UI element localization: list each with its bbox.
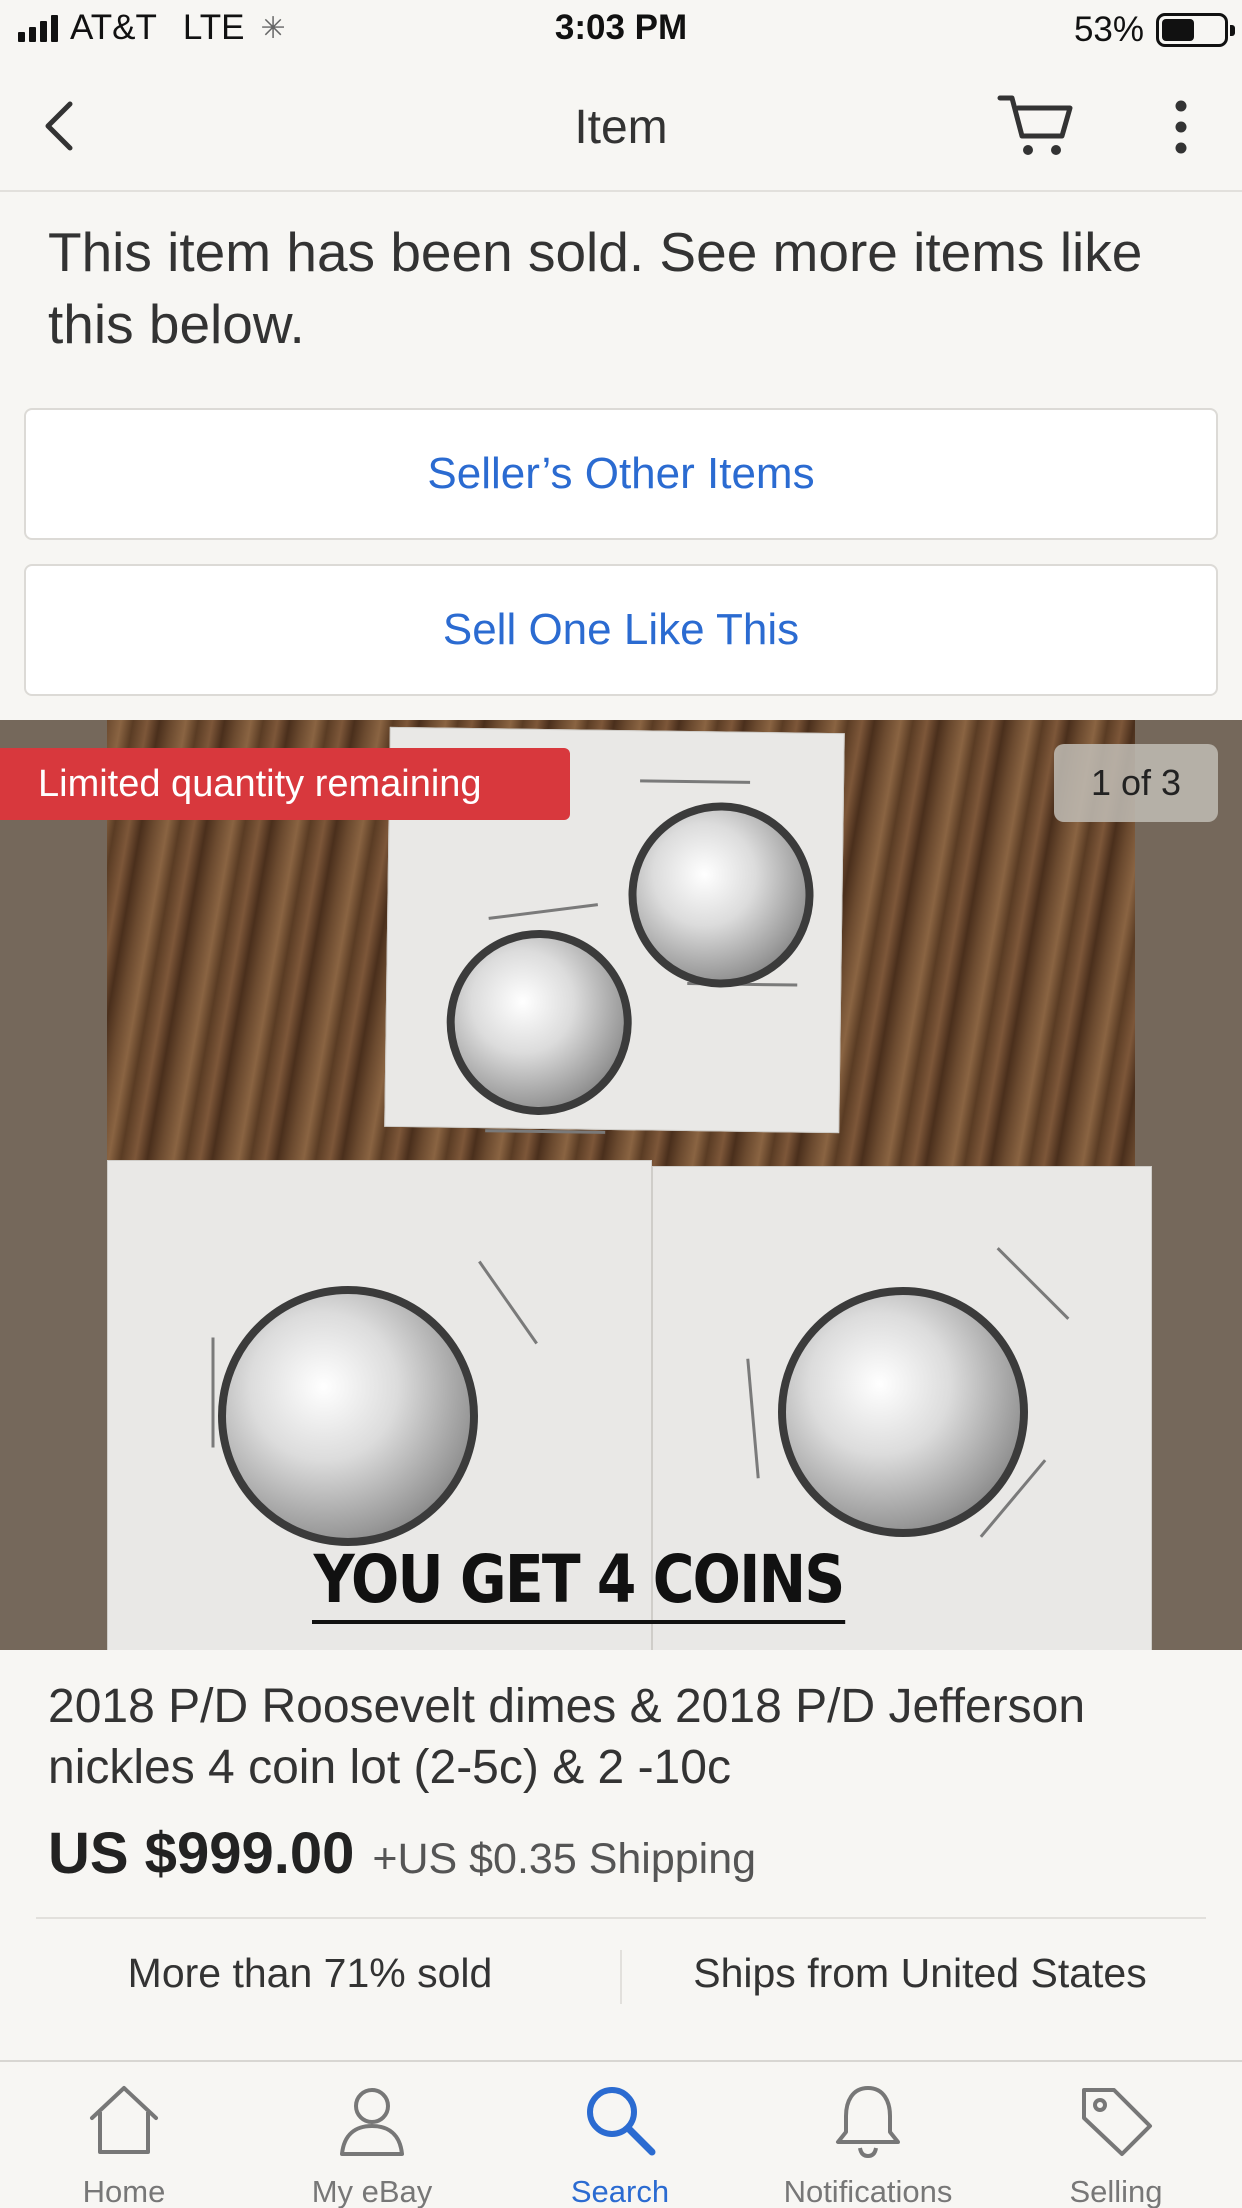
home-icon — [90, 2086, 158, 2154]
image-gallery[interactable]: YOU GET 4 COINS Limited quantity remaini… — [0, 720, 1242, 1650]
image-counter-badge: 1 of 3 — [1054, 744, 1218, 822]
nickel-coin — [778, 1287, 1028, 1537]
tag-icon — [1082, 2088, 1152, 2156]
ships-from-stat: Ships from United States — [693, 1950, 1147, 1996]
more-vertical-icon — [1175, 100, 1187, 154]
tab-selling[interactable]: Selling — [992, 2062, 1240, 2208]
sell-one-like-this-button[interactable]: Sell One Like This — [24, 564, 1218, 696]
cart-button[interactable] — [996, 92, 1076, 162]
tab-label: Selling — [1069, 2174, 1163, 2208]
tab-label: Home — [82, 2174, 166, 2208]
user-icon — [340, 2088, 404, 2156]
item-title: 2018 P/D Roosevelt dimes & 2018 P/D Jeff… — [48, 1680, 1086, 1794]
status-time: 3:03 PM — [554, 8, 688, 47]
dime-coin — [445, 928, 633, 1117]
nickel-coin — [218, 1286, 478, 1546]
bell-icon — [836, 2086, 900, 2159]
tab-home[interactable]: Home — [0, 2062, 248, 2208]
tab-search[interactable]: Search — [496, 2062, 744, 2208]
sellers-other-items-button[interactable]: Seller’s Other Items — [24, 408, 1218, 540]
sold-message: This item has been sold. See more items … — [48, 221, 1143, 355]
status-right: 53% — [1073, 10, 1235, 50]
dime-coin — [627, 801, 815, 989]
item-price: US $999.00 — [48, 1821, 355, 1886]
battery-icon — [1156, 13, 1235, 47]
tab-notifications[interactable]: Notifications — [744, 2062, 992, 2208]
bottom-tab-bar: Home My eBay Search Notifications Sellin… — [0, 2060, 1242, 2208]
navigation-bar: Item — [0, 62, 1242, 192]
tab-label: Notifications — [783, 2174, 953, 2208]
limited-quantity-badge: Limited quantity remaining — [0, 748, 570, 820]
more-options-button[interactable] — [1160, 96, 1202, 158]
divider — [36, 1917, 1206, 1919]
battery-percent: 53% — [1073, 10, 1144, 49]
sold-stat: More than 71% sold — [127, 1950, 493, 1996]
tab-my-ebay[interactable]: My eBay — [248, 2062, 496, 2208]
item-details: 2018 P/D Roosevelt dimes & 2018 P/D Jeff… — [0, 1650, 1242, 2040]
shipping-cost: +US $0.35 Shipping — [372, 1835, 757, 1883]
price-row: US $999.00 +US $0.35 Shipping — [48, 1820, 756, 1887]
status-bar: AT&T LTE ✳ 3:03 PM 53% — [0, 0, 1242, 62]
item-photo[interactable]: YOU GET 4 COINS — [107, 720, 1152, 1650]
tab-label: My eBay — [311, 2174, 433, 2208]
cart-icon — [997, 95, 1073, 155]
tab-label: Search — [570, 2174, 670, 2208]
search-icon — [587, 2087, 656, 2156]
photo-caption: YOU GET 4 COINS — [312, 1540, 845, 1624]
